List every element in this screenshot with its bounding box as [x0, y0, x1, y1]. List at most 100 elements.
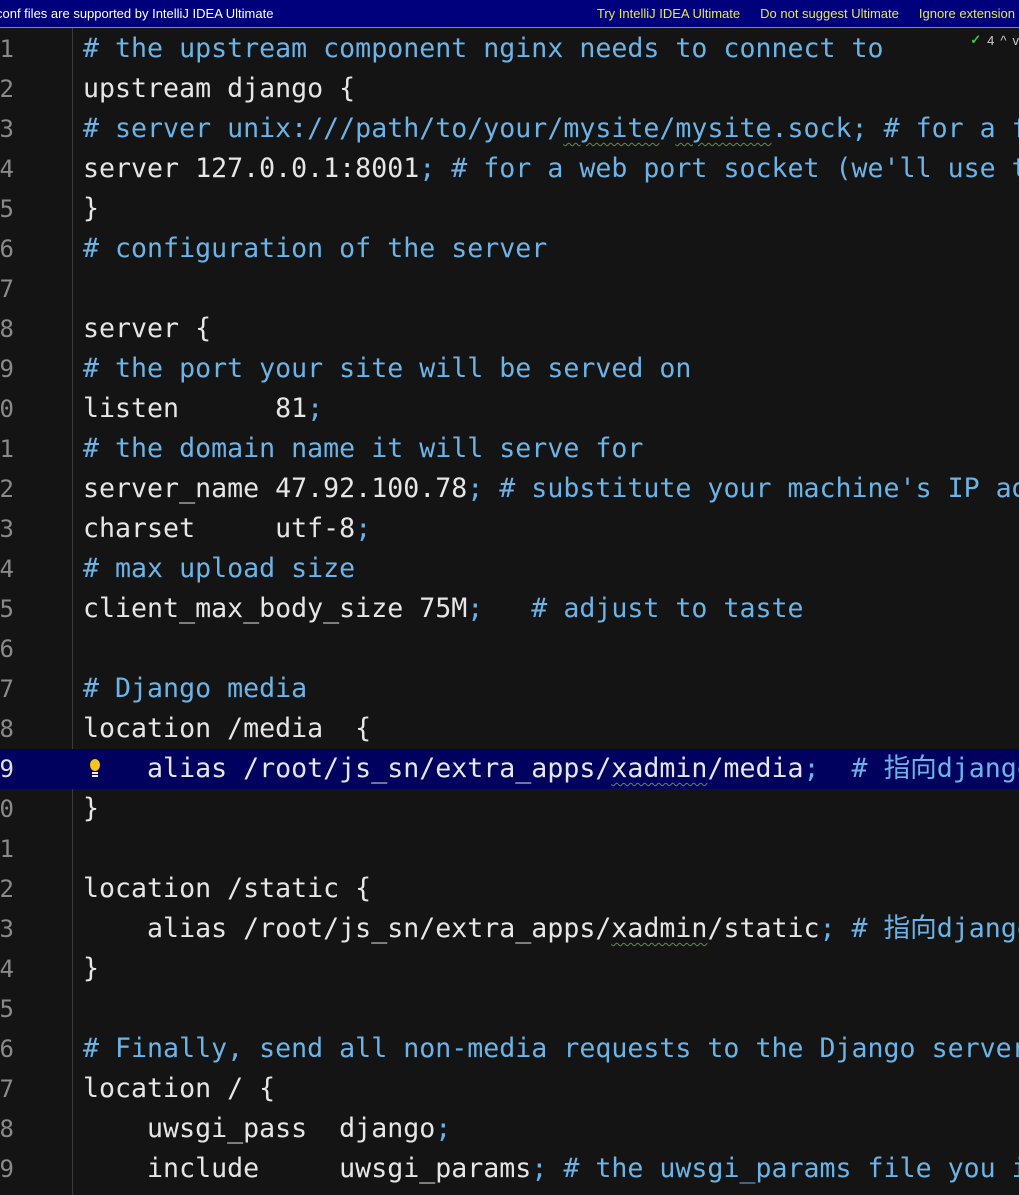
code-line[interactable]: 10 listen 81;: [0, 389, 1019, 429]
line-code: location /media {: [83, 709, 371, 749]
code-line[interactable]: 4 server 127.0.0.1:8001; # for a web port…: [0, 149, 1019, 189]
comment-token: .sock; # for a f: [771, 113, 1019, 144]
banner-message: conf files are supported by IntelliJ IDE…: [0, 6, 274, 21]
code-line[interactable]: 20}: [0, 789, 1019, 829]
ignore-extension-link[interactable]: Ignore extension: [919, 0, 1015, 27]
line-number[interactable]: 12: [0, 469, 14, 509]
comment-token: # Finally, send all non-media requests t…: [83, 1033, 1019, 1064]
line-code: # Django media: [83, 669, 307, 709]
code-line[interactable]: 3 # server unix:///path/to/your/mysite/my…: [0, 109, 1019, 149]
line-number[interactable]: 15: [0, 589, 14, 629]
code-token: listen 81: [83, 393, 308, 424]
code-line[interactable]: 21: [0, 829, 1019, 869]
line-number[interactable]: 1: [0, 29, 14, 69]
code-token: server 127.0.0.1:8001: [83, 153, 420, 184]
line-number[interactable]: 23: [0, 909, 14, 949]
code-line[interactable]: 9 # the port your site will be served on: [0, 349, 1019, 389]
code-line[interactable]: 27 location / {: [0, 1069, 1019, 1109]
typo-token: xadmin: [611, 753, 708, 784]
line-code: # the upstream component nginx needs to …: [83, 29, 884, 69]
line-number[interactable]: 2: [0, 69, 14, 109]
code-line[interactable]: 8 server {: [0, 309, 1019, 349]
line-number[interactable]: 25: [0, 989, 14, 1029]
line-number[interactable]: 27: [0, 1069, 14, 1109]
code-line[interactable]: 1 # the upstream component nginx needs to…: [0, 29, 1019, 69]
line-number[interactable]: 20: [0, 789, 14, 829]
line-number[interactable]: 8: [0, 309, 14, 349]
line-number[interactable]: 14: [0, 549, 14, 589]
code-line[interactable]: 28 uwsgi_pass django;: [0, 1109, 1019, 1149]
line-number[interactable]: 28: [0, 1109, 14, 1149]
line-number[interactable]: 17: [0, 669, 14, 709]
comment-token: mysite: [563, 113, 660, 144]
code-line[interactable]: 12 server_name 47.92.100.78; # substitute…: [0, 469, 1019, 509]
line-code: }: [83, 789, 99, 829]
code-line[interactable]: 24}: [0, 949, 1019, 989]
line-code: location /static {: [83, 869, 371, 909]
code-line[interactable]: 22 location /static {: [0, 869, 1019, 909]
line-number[interactable]: 11: [0, 429, 14, 469]
code-token: location /media {: [83, 713, 372, 744]
code-token: }: [83, 193, 100, 224]
line-number[interactable]: 7: [0, 269, 14, 309]
line-number[interactable]: 18: [0, 709, 14, 749]
inspection-widget[interactable]: ✓ 4 ^ v: [970, 32, 1019, 48]
code-line[interactable]: 17 # Django media: [0, 669, 1019, 709]
code-line[interactable]: 15 client_max_body_size 75M; # adjust to …: [0, 589, 1019, 629]
code-line[interactable]: 6 # configuration of the server: [0, 229, 1019, 269]
line-code: # the domain name it will serve for: [83, 429, 643, 469]
line-number[interactable]: 5: [0, 189, 14, 229]
comment-token: ; # the uwsgi_params file you i: [531, 1153, 1019, 1184]
line-code: # server unix:///path/to/your/mysite/mys…: [83, 109, 1019, 149]
code-line[interactable]: 11 # the domain name it will serve for: [0, 429, 1019, 469]
line-code: include uwsgi_params; # the uwsgi_params…: [83, 1149, 1019, 1189]
code-line[interactable]: 23 alias /root/js_sn/extra_apps/xadmin/s…: [0, 909, 1019, 949]
code-line[interactable]: 16: [0, 629, 1019, 669]
code-line[interactable]: 7: [0, 269, 1019, 309]
code-token: server {: [83, 313, 212, 344]
code-token: location /static {: [83, 873, 372, 904]
line-number[interactable]: 3: [0, 109, 14, 149]
line-code: server {: [83, 309, 211, 349]
line-code: alias /root/js_sn/extra_apps/xadmin/medi…: [83, 749, 1019, 789]
line-number[interactable]: 13: [0, 509, 14, 549]
line-number[interactable]: 19: [0, 749, 14, 789]
code-token: location / {: [83, 1073, 276, 1104]
code-token: server_name 47.92.100.78: [83, 473, 468, 504]
comment-token: # the domain name it will serve for: [83, 433, 644, 464]
comment-token: ; # 指向django: [803, 753, 1019, 784]
code-line[interactable]: 14 # max upload size: [0, 549, 1019, 589]
previous-highlight-button[interactable]: ^: [1000, 33, 1006, 48]
code-line[interactable]: 29 include uwsgi_params; # the uwsgi_par…: [0, 1149, 1019, 1189]
line-code: # max upload size: [83, 549, 355, 589]
line-number[interactable]: 9: [0, 349, 14, 389]
code-token: alias /root/js_sn/extra_apps/: [83, 753, 612, 784]
try-ultimate-link[interactable]: Try IntelliJ IDEA Ultimate: [597, 0, 740, 27]
line-number[interactable]: 24: [0, 949, 14, 989]
line-number[interactable]: 4: [0, 149, 14, 189]
line-number[interactable]: 29: [0, 1149, 14, 1189]
line-code: }: [83, 949, 99, 989]
line-number[interactable]: 16: [0, 629, 14, 669]
line-number[interactable]: 21: [0, 829, 14, 869]
code-line[interactable]: 13 charset utf-8;: [0, 509, 1019, 549]
code-line[interactable]: 26 # Finally, send all non-media requests…: [0, 1029, 1019, 1069]
comment-token: ; # for a web port socket (we'll use t: [419, 153, 1019, 184]
code-line[interactable]: 18 location /media {: [0, 709, 1019, 749]
line-code: location / {: [83, 1069, 275, 1109]
code-line[interactable]: 25: [0, 989, 1019, 1029]
code-token: }: [83, 953, 100, 984]
code-line[interactable]: 19 alias /root/js_sn/extra_apps/xadmin/m…: [0, 749, 1019, 789]
code-line[interactable]: 2 upstream django {: [0, 69, 1019, 109]
line-number[interactable]: 6: [0, 229, 14, 269]
code-token: /static: [707, 913, 820, 944]
line-number[interactable]: 22: [0, 869, 14, 909]
line-number[interactable]: 26: [0, 1029, 14, 1069]
do-not-suggest-link[interactable]: Do not suggest Ultimate: [760, 0, 899, 27]
code-line[interactable]: 5}: [0, 189, 1019, 229]
next-highlight-button[interactable]: v: [1013, 33, 1019, 48]
line-number[interactable]: 10: [0, 389, 14, 429]
code-editor[interactable]: 1 # the upstream component nginx needs to…: [0, 29, 1019, 1189]
code-token: client_max_body_size 75M: [83, 593, 468, 624]
line-code: upstream django {: [83, 69, 355, 109]
